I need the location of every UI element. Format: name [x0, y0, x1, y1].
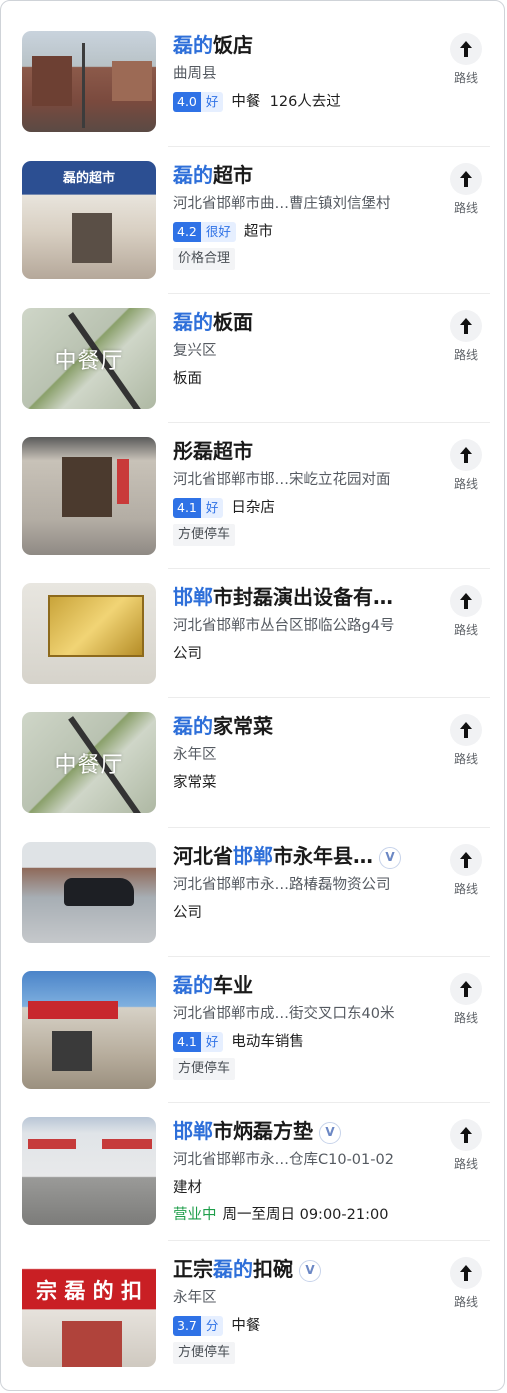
place-title[interactable]: 邯郸市封磊演出设备有… [173, 583, 443, 611]
results-list: 磊的饭店 曲周县 4.0 好中餐 126人去过 路线 磊的超市 磊的超市 河北省邯… [0, 0, 505, 1391]
navigate-arrow-icon [450, 439, 482, 471]
feature-tag: 方便停车 [173, 1058, 236, 1080]
route-button[interactable]: 路线 [449, 33, 483, 86]
route-label: 路线 [453, 1011, 478, 1025]
feature-tag: 方便停车 [173, 524, 236, 546]
place-title[interactable]: 磊的板面 [173, 308, 443, 336]
rating-badge: 4.2 很好 [173, 222, 236, 242]
place-address: 河北省邯郸市丛台区邯临公路g4号 [173, 618, 395, 634]
route-label: 路线 [453, 1157, 478, 1171]
shop-sign: 磊的超市 [62, 171, 115, 186]
route-label: 路线 [453, 623, 478, 637]
shop-sign: 宗 磊 的 扣 [36, 1279, 142, 1303]
navigate-arrow-icon [450, 33, 482, 65]
place-address: 永年区 [173, 1290, 217, 1306]
verified-icon: V [379, 847, 401, 869]
route-button[interactable]: 路线 [449, 844, 483, 897]
verified-icon: V [299, 1260, 321, 1282]
place-category: 家常菜 [173, 775, 217, 791]
place-meta: 4.2 很好 超市 [173, 222, 443, 242]
place-meta: 4.0 好中餐 126人去过 [173, 92, 443, 112]
category-placeholder-label: 中餐厅 [54, 348, 124, 374]
place-photo[interactable]: 磊的超市 [22, 161, 156, 279]
place-address: 河北省邯郸市邯…宋屹立花园对面 [173, 472, 391, 488]
navigate-arrow-icon [450, 1119, 482, 1151]
route-label: 路线 [453, 201, 478, 215]
place-title[interactable]: 磊的车业 [173, 971, 443, 999]
hours-text: 周一至周日 09:00-21:00 [222, 1207, 389, 1223]
feature-tag: 方便停车 [173, 1342, 236, 1364]
place-title[interactable]: 邯郸市炳磊方垫 V [173, 1117, 443, 1145]
place-title[interactable]: 磊的家常菜 [173, 712, 443, 740]
route-button[interactable]: 路线 [449, 973, 483, 1026]
place-category: 公司 [173, 646, 202, 662]
route-button[interactable]: 路线 [449, 1257, 483, 1310]
navigate-arrow-icon [450, 714, 482, 746]
place-title[interactable]: 河北省邯郸市永年县… V [173, 842, 443, 870]
route-label: 路线 [453, 71, 478, 85]
place-title[interactable]: 正宗磊的扣碗 V [173, 1255, 443, 1283]
navigate-arrow-icon [450, 973, 482, 1005]
rating-badge: 4.1 好 [173, 1032, 224, 1052]
place-photo[interactable] [22, 437, 156, 555]
place-title[interactable]: 彤磊超市 [173, 437, 443, 465]
place-photo[interactable] [22, 1117, 156, 1225]
place-photo[interactable]: 宗 磊 的 扣 [22, 1255, 156, 1367]
place-category: 建材 [173, 1180, 202, 1196]
place-address: 河北省邯郸市永…路椿磊物资公司 [173, 877, 391, 893]
place-category: 中餐 [231, 1318, 261, 1334]
route-label: 路线 [453, 477, 478, 491]
route-button[interactable]: 路线 [449, 439, 483, 492]
place-address: 永年区 [173, 747, 217, 763]
place-title[interactable]: 磊的饭店 [173, 31, 443, 59]
visit-count: 126人去过 [269, 94, 341, 110]
route-label: 路线 [453, 882, 478, 896]
navigate-arrow-icon [450, 310, 482, 342]
place-category: 公司 [173, 905, 202, 921]
place-category: 超市 [243, 224, 273, 240]
place-address: 曲周县 [173, 66, 217, 82]
open-status: 营业中 [173, 1207, 217, 1223]
verified-icon: V [319, 1122, 341, 1144]
place-meta: 4.1 好日杂店 [173, 498, 443, 518]
route-label: 路线 [453, 752, 478, 766]
navigate-arrow-icon [450, 844, 482, 876]
place-meta: 4.1 好电动车销售 [173, 1032, 443, 1052]
place-photo[interactable]: 中餐厅 [22, 308, 156, 409]
rating-badge: 4.0 好 [173, 92, 224, 112]
place-meta: 3.7 分中餐 [173, 1316, 443, 1336]
place-address: 河北省邯郸市成…街交叉口东40米 [173, 1006, 395, 1022]
navigate-arrow-icon [450, 163, 482, 195]
place-category: 日杂店 [231, 500, 275, 516]
route-label: 路线 [453, 348, 478, 362]
place-title[interactable]: 磊的超市 [173, 161, 443, 189]
feature-tag: 价格合理 [173, 248, 236, 270]
place-photo[interactable] [22, 31, 156, 132]
rating-badge: 3.7 分 [173, 1316, 224, 1336]
place-category: 中餐 [231, 94, 261, 110]
place-photo[interactable] [22, 971, 156, 1089]
place-photo[interactable] [22, 842, 156, 943]
rating-badge: 4.1 好 [173, 498, 224, 518]
navigate-arrow-icon [450, 1257, 482, 1289]
place-category: 电动车销售 [231, 1034, 304, 1050]
route-button[interactable]: 路线 [449, 310, 483, 363]
route-button[interactable]: 路线 [449, 714, 483, 767]
place-address: 河北省邯郸市曲…曹庄镇刘信堡村 [173, 196, 391, 212]
navigate-arrow-icon [450, 585, 482, 617]
route-button[interactable]: 路线 [449, 585, 483, 638]
place-photo[interactable] [22, 583, 156, 684]
route-button[interactable]: 路线 [449, 163, 483, 216]
place-category: 板面 [173, 371, 202, 387]
category-placeholder-label: 中餐厅 [54, 752, 124, 778]
route-button[interactable]: 路线 [449, 1119, 483, 1172]
opening-hours: 营业中 周一至周日 09:00-21:00 [173, 1205, 443, 1225]
route-label: 路线 [453, 1295, 478, 1309]
place-address: 河北省邯郸市永…仓库C10-01-02 [173, 1152, 394, 1168]
place-address: 复兴区 [173, 343, 217, 359]
place-photo[interactable]: 中餐厅 [22, 712, 156, 813]
